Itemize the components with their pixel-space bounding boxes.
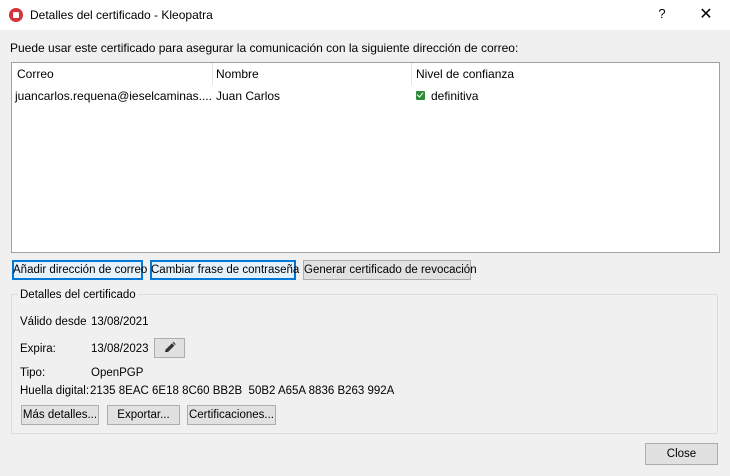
valid-from-value: 13/08/2021 [91,316,149,328]
check-icon [416,91,425,100]
cell-trust: definitiva [416,89,478,105]
trust-level-label: definitiva [431,89,479,103]
fingerprint-value: 2135 8EAC 6E18 8C60 BB2B 50B2 A65A 8836 … [90,385,395,397]
email-table[interactable]: Correo Nombre Nivel de confianza juancar… [11,62,720,253]
fingerprint-label: Huella digital: [20,385,90,397]
column-header-name[interactable]: Nombre [216,67,259,83]
title-bar: Detalles del certificado - Kleopatra ? ✕ [0,0,730,30]
close-window-button[interactable]: ✕ [694,4,718,24]
type-value: OpenPGP [91,367,144,379]
close-button[interactable]: Close [645,443,718,465]
pencil-icon [165,341,176,352]
export-button[interactable]: Exportar... [107,405,180,425]
column-header-email[interactable]: Correo [17,67,54,83]
cell-name: Juan Carlos [216,89,281,103]
kleopatra-icon [9,8,23,22]
valid-from-label: Válido desde [20,316,87,328]
cell-email: juancarlos.requena@ieselcaminas.... [15,89,212,103]
intro-text: Puede usar este certificado para asegura… [10,41,519,55]
edit-expiry-button[interactable] [154,338,185,358]
help-button[interactable]: ? [652,6,672,21]
more-details-button[interactable]: Más detalles... [21,405,99,425]
expires-label: Expira: [20,343,56,355]
change-passphrase-button[interactable]: Cambiar frase de contraseña [150,260,299,280]
column-header-trust[interactable]: Nivel de confianza [416,67,514,83]
revocation-certificate-button[interactable]: Generar certificado de revocación [303,260,477,280]
column-divider [212,63,213,85]
type-label: Tipo: [20,367,46,379]
add-email-button[interactable]: Añadir dirección de correo [12,260,147,280]
certificate-details-title: Detalles del certificado [18,289,138,301]
window-title: Detalles del certificado - Kleopatra [30,8,213,22]
certifications-button[interactable]: Certificaciones... [187,405,276,425]
expires-value: 13/08/2023 [91,343,149,355]
column-divider [411,63,412,85]
